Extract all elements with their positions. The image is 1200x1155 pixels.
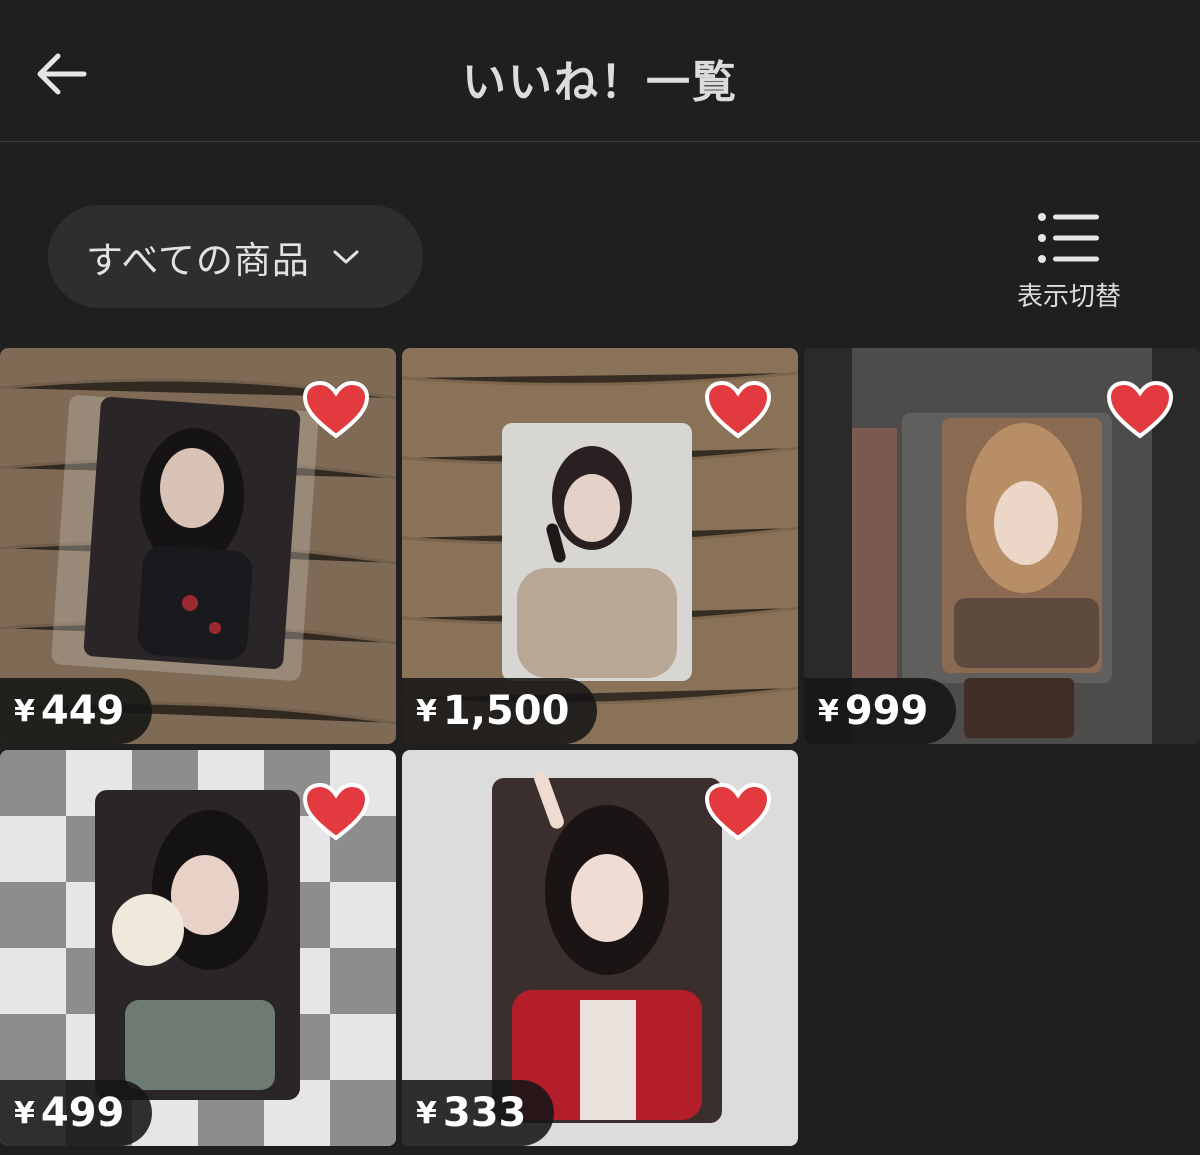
heart-icon[interactable]	[1106, 380, 1174, 440]
heart-icon[interactable]	[302, 782, 370, 842]
currency-symbol: ¥	[14, 1095, 35, 1131]
currency-symbol: ¥	[416, 1095, 437, 1131]
currency-symbol: ¥	[818, 693, 839, 729]
heart-icon[interactable]	[704, 380, 772, 440]
currency-symbol: ¥	[14, 693, 35, 729]
category-filter-dropdown[interactable]: すべての商品	[48, 205, 423, 308]
list-icon	[1038, 213, 1099, 263]
view-toggle-button[interactable]: 表示切替	[1004, 206, 1134, 312]
price-value: 499	[40, 1090, 125, 1136]
product-card[interactable]: ¥ 499	[0, 750, 396, 1146]
product-card[interactable]: ¥ 449	[0, 348, 396, 744]
price-badge: ¥ 1,500	[402, 678, 598, 744]
filter-label: すべての商品	[86, 238, 310, 282]
product-card[interactable]: ¥ 1,500	[402, 348, 798, 744]
price-value: 1,500	[442, 688, 570, 734]
heart-icon[interactable]	[704, 782, 772, 842]
product-card[interactable]: ¥ 999	[804, 348, 1200, 744]
price-badge: ¥ 999	[804, 678, 957, 744]
price-badge: ¥ 499	[0, 1080, 153, 1146]
heart-icon[interactable]	[302, 380, 370, 440]
currency-symbol: ¥	[416, 693, 437, 729]
page-title: いいね！一覧	[462, 57, 738, 108]
price-badge: ¥ 333	[402, 1080, 555, 1146]
chevron-down-icon	[332, 248, 360, 266]
view-toggle-label: 表示切替	[1016, 282, 1121, 312]
price-value: 449	[40, 688, 125, 734]
price-badge: ¥ 449	[0, 678, 153, 744]
top-bar: いいね！一覧	[0, 0, 1200, 142]
product-card[interactable]: ¥ 333	[402, 750, 798, 1146]
price-value: 333	[442, 1090, 527, 1136]
price-value: 999	[844, 688, 929, 734]
